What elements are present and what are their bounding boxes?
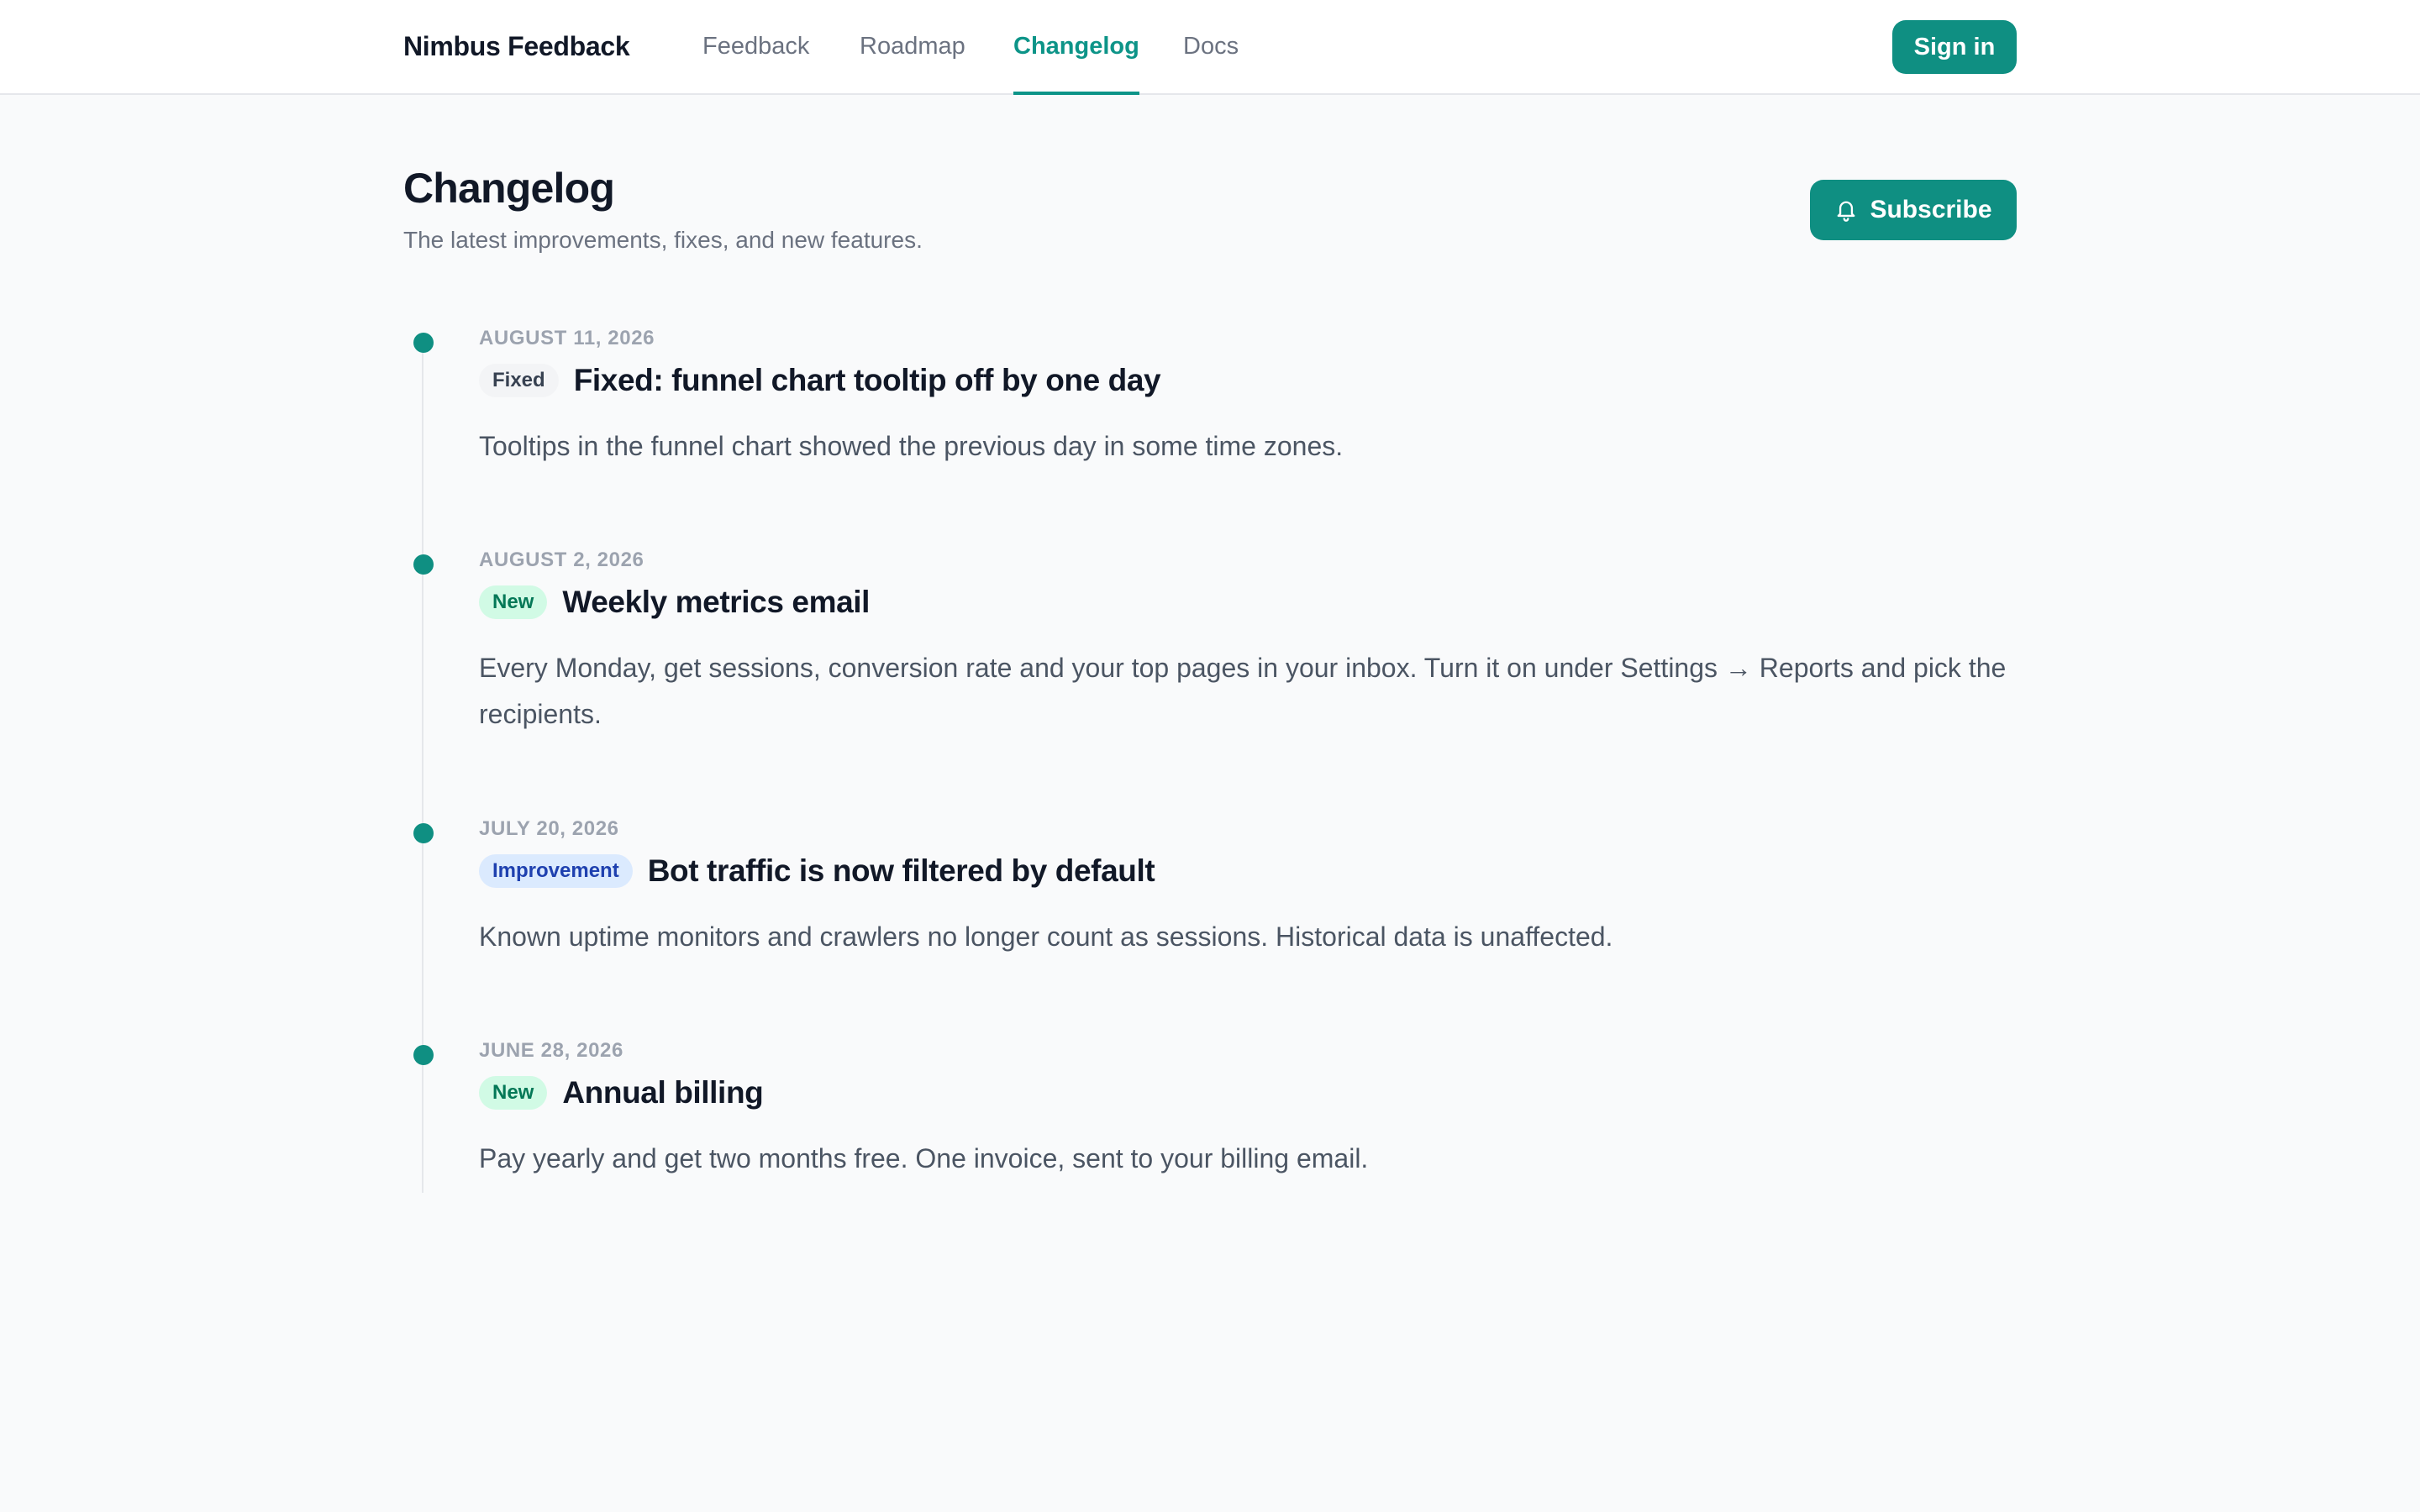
page-subtitle: The latest improvements, fixes, and new … bbox=[403, 227, 923, 253]
entry-title: Annual billing bbox=[562, 1075, 764, 1110]
entry-heading: Fixed Fixed: funnel chart tooltip off by… bbox=[479, 360, 1161, 402]
page-title: Changelog bbox=[403, 165, 615, 212]
nav-link-roadmap[interactable]: Roadmap bbox=[860, 0, 965, 93]
tag-badge-improvement: Improvement bbox=[479, 854, 633, 888]
entry-body: Pay yearly and get two months free. One … bbox=[479, 1143, 1369, 1173]
top-nav-bar: Nimbus Feedback Feedback Roadmap Changel… bbox=[0, 0, 2420, 95]
entry-heading: Improvement Bot traffic is now filtered … bbox=[479, 850, 1155, 892]
entry-date: AUGUST 2, 2026 bbox=[479, 549, 644, 571]
entry-date: JUNE 28, 2026 bbox=[479, 1039, 623, 1062]
bell-icon bbox=[1834, 197, 1858, 223]
entry-body: Every Monday, get sessions, conversion r… bbox=[479, 653, 2007, 729]
tag-badge-fixed: Fixed bbox=[479, 364, 559, 397]
tag-badge-new: New bbox=[479, 1076, 548, 1110]
tag-badge-new: New bbox=[479, 585, 548, 619]
entry-title: Bot traffic is now filtered by default bbox=[647, 853, 1155, 888]
entry-heading: New Annual billing bbox=[479, 1072, 764, 1114]
timeline-dot bbox=[413, 1045, 434, 1065]
sign-in-button[interactable]: Sign in bbox=[1892, 20, 2017, 74]
subscribe-button[interactable]: Subscribe bbox=[1810, 180, 2017, 240]
timeline-dot bbox=[413, 333, 434, 353]
entry-body: Tooltips in the funnel chart showed the … bbox=[479, 431, 1344, 461]
timeline-dot bbox=[413, 823, 434, 843]
timeline-line bbox=[422, 344, 424, 1193]
subscribe-label: Subscribe bbox=[1870, 196, 1992, 223]
timeline-dot bbox=[413, 554, 434, 575]
nav-link-feedback[interactable]: Feedback bbox=[702, 0, 809, 93]
entry-date: AUGUST 11, 2026 bbox=[479, 327, 655, 349]
entry-title: Weekly metrics email bbox=[562, 585, 871, 619]
entry-title: Fixed: funnel chart tooltip off by one d… bbox=[573, 363, 1161, 397]
entry-date: JULY 20, 2026 bbox=[479, 817, 619, 840]
entry-body: Known uptime monitors and crawlers no lo… bbox=[479, 921, 1613, 952]
nav-link-changelog[interactable]: Changelog bbox=[1013, 0, 1139, 95]
entry-heading: New Weekly metrics email bbox=[479, 581, 870, 623]
nav-link-docs[interactable]: Docs bbox=[1183, 0, 1239, 93]
brand-logo[interactable]: Nimbus Feedback bbox=[403, 0, 630, 93]
